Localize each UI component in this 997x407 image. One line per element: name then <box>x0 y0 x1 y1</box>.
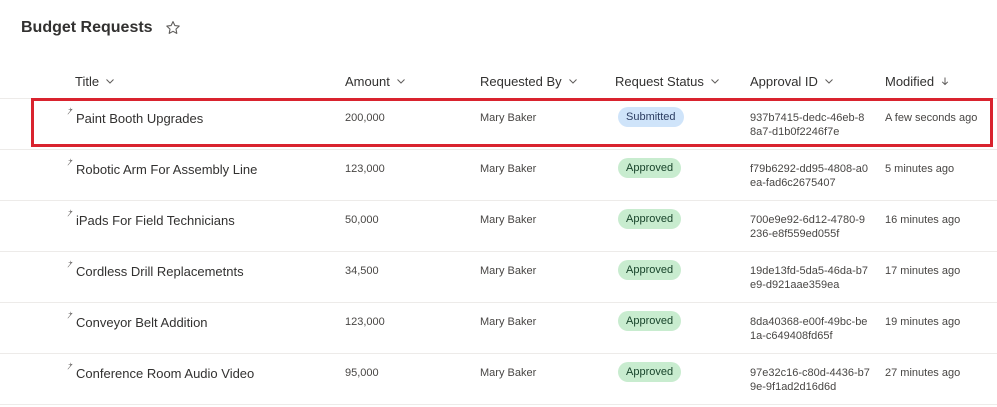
status-badge: Approved <box>618 260 682 280</box>
row-modified: A few seconds ago <box>885 112 978 124</box>
row-amount: 50,000 <box>345 214 379 226</box>
column-header-label: Modified <box>885 73 935 89</box>
row-requested-by[interactable]: Mary Baker <box>480 112 536 124</box>
row-requested-by[interactable]: Mary Baker <box>480 214 536 226</box>
chevron-down-icon <box>711 79 719 84</box>
column-header-modified[interactable]: Modified <box>885 64 950 98</box>
table-row[interactable]: ⁺̷ Conference Room Audio Video 95,000 Ma… <box>0 354 997 405</box>
row-amount: 34,500 <box>345 265 379 277</box>
row-title-link[interactable]: Cordless Drill Replacemetnts <box>76 264 244 279</box>
row-modified: 16 minutes ago <box>885 214 961 226</box>
column-header-label: Requested By <box>480 73 562 89</box>
new-item-icon: ⁺̷ <box>68 310 73 320</box>
column-header-label: Amount <box>345 73 390 89</box>
status-badge: Submitted <box>618 107 684 127</box>
status-badge: Approved <box>618 362 682 382</box>
row-approval-id: 937b7415-dedc-46eb-88a7-d1b0f2246f7e <box>750 112 865 138</box>
new-item-icon: ⁺̷ <box>68 157 73 167</box>
table-row[interactable]: ⁺̷ iPads For Field Technicians 50,000 Ma… <box>0 201 997 252</box>
row-title-link[interactable]: Robotic Arm For Assembly Line <box>76 162 257 177</box>
row-modified: 27 minutes ago <box>885 367 961 379</box>
column-header-amount[interactable]: Amount <box>345 64 406 98</box>
list-title: Budget Requests <box>21 19 153 36</box>
chevron-down-icon <box>106 79 114 84</box>
chevron-down-icon <box>568 79 577 84</box>
chevron-down-icon <box>825 79 833 84</box>
table-row[interactable]: ⁺̷ Robotic Arm For Assembly Line 123,000… <box>0 150 997 201</box>
new-item-icon: ⁺̷ <box>68 361 73 371</box>
column-header-title[interactable]: Title <box>75 64 115 98</box>
arrow-down-icon <box>941 77 949 86</box>
row-modified: 17 minutes ago <box>885 265 961 277</box>
row-modified: 5 minutes ago <box>885 163 955 175</box>
chevron-down-icon <box>396 79 405 84</box>
status-badge: Approved <box>618 311 682 331</box>
column-header-requested-by[interactable]: Requested By <box>480 64 578 98</box>
column-header-label: Approval ID <box>750 73 818 89</box>
status-badge: Approved <box>618 209 682 229</box>
row-amount: 200,000 <box>345 112 385 124</box>
row-title-link[interactable]: Conference Room Audio Video <box>76 366 254 381</box>
list-view: Budget Requests Title Amount Requested B… <box>0 0 997 407</box>
table-row[interactable]: ⁺̷ Cordless Drill Replacemetnts 34,500 M… <box>0 252 997 303</box>
column-header-label: Title <box>75 73 100 89</box>
star-icon[interactable] <box>165 20 181 36</box>
new-item-icon: ⁺̷ <box>68 208 73 218</box>
table-row[interactable]: ⁺̷ Paint Booth Upgrades 200,000 Mary Bak… <box>0 99 997 150</box>
row-modified: 19 minutes ago <box>885 316 961 328</box>
column-header-request-status[interactable]: Request Status <box>615 64 720 98</box>
column-header-row: Title Amount Requested By Request Status… <box>0 64 997 99</box>
row-title-link[interactable]: iPads For Field Technicians <box>76 213 235 228</box>
row-title-link[interactable]: Paint Booth Upgrades <box>76 111 203 126</box>
list-rows: ⁺̷ Paint Booth Upgrades 200,000 Mary Bak… <box>0 99 997 405</box>
row-amount: 95,000 <box>345 367 379 379</box>
row-requested-by[interactable]: Mary Baker <box>480 265 536 277</box>
row-requested-by[interactable]: Mary Baker <box>480 316 536 328</box>
column-header-approval-id[interactable]: Approval ID <box>750 64 834 98</box>
row-approval-id: f79b6292-dd95-4808-a0ea-fad6c2675407 <box>750 163 869 189</box>
new-item-icon: ⁺̷ <box>68 259 73 269</box>
status-badge: Approved <box>618 158 682 178</box>
row-approval-id: 19de13fd-5da5-46da-b7e9-d921aae359ea <box>750 265 869 291</box>
column-header-label: Request Status <box>615 73 704 89</box>
new-item-icon: ⁺̷ <box>68 106 73 116</box>
row-requested-by[interactable]: Mary Baker <box>480 367 536 379</box>
row-approval-id: 700e9e92-6d12-4780-9236-e8f559ed055f <box>750 214 865 240</box>
row-requested-by[interactable]: Mary Baker <box>480 163 536 175</box>
row-amount: 123,000 <box>345 316 385 328</box>
row-approval-id: 97e32c16-c80d-4436-b79e-9f1ad2d16d6d <box>750 367 870 393</box>
table-row[interactable]: ⁺̷ Conveyor Belt Addition 123,000 Mary B… <box>0 303 997 354</box>
row-title-link[interactable]: Conveyor Belt Addition <box>76 315 208 330</box>
row-amount: 123,000 <box>345 163 385 175</box>
list-header: Budget Requests <box>21 19 181 37</box>
row-approval-id: 8da40368-e00f-49bc-be1a-c649408fd65f <box>750 316 868 342</box>
